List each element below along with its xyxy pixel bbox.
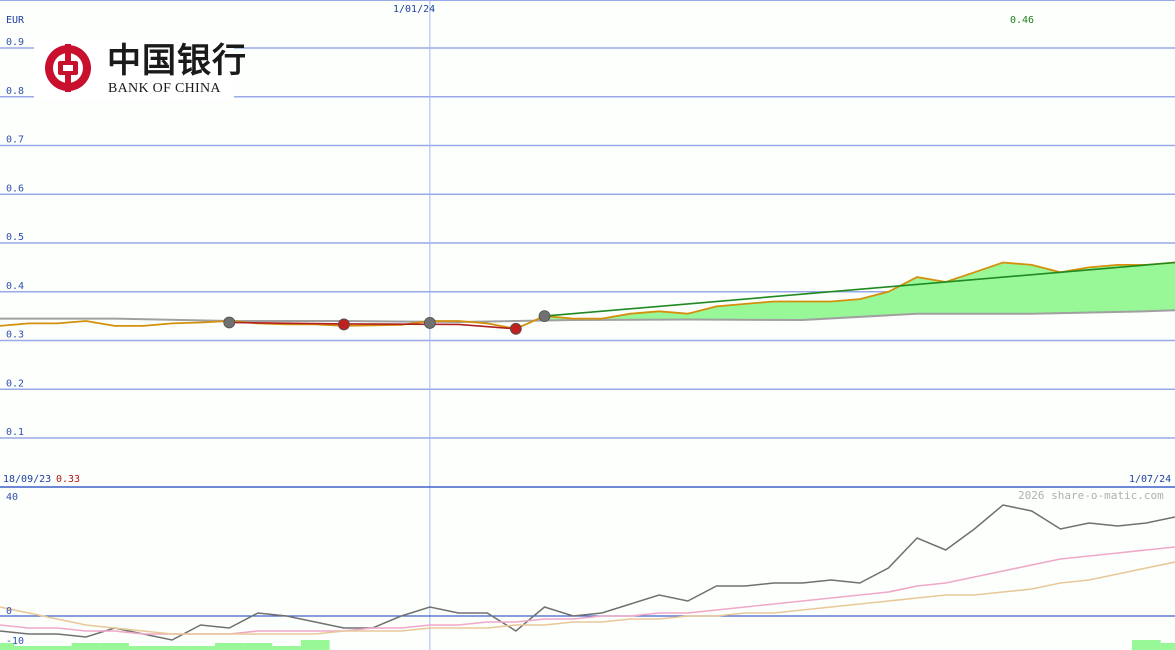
logo-english-text: BANK OF CHINA <box>108 81 221 96</box>
price-tick-label: 0.1 <box>6 427 24 438</box>
stock-chart: EUR 1/01/24 0.46 18/09/23 0.33 1/07/24 2… <box>0 0 1175 650</box>
logo-chinese-text: 中国银行 <box>107 41 247 81</box>
histogram-bar <box>300 640 330 650</box>
signal-marker <box>538 310 551 323</box>
histogram-bar <box>128 646 158 650</box>
histogram-bar <box>100 643 129 650</box>
signal-marker <box>509 322 522 335</box>
signal-marker <box>223 316 236 329</box>
price-tick-label: 0.3 <box>6 330 24 341</box>
signal-marker <box>423 317 436 329</box>
end-date-label: 1/07/24 <box>1129 474 1171 485</box>
histogram-bar <box>42 646 72 650</box>
y-axis-ticks: 0.9 0.8 0.7 0.6 0.5 0.4 0.3 0.2 0.1 40 0 -10 <box>6 37 24 647</box>
histogram-bar <box>214 643 244 650</box>
price-tick-label: 0.8 <box>6 86 24 97</box>
price-tick-label: 0.7 <box>6 135 24 146</box>
histogram-bar <box>1132 640 1161 650</box>
oscillator-tick-label: -10 <box>6 636 24 647</box>
price-tick-label: 0.9 <box>6 37 24 48</box>
oscillator-line <box>0 546 1175 635</box>
price-tick-label: 0.2 <box>6 378 24 389</box>
start-value-label: 0.33 <box>56 474 80 485</box>
chart-svg: EUR 1/01/24 0.46 18/09/23 0.33 1/07/24 2… <box>0 0 1175 650</box>
price-tick-label: 0.5 <box>6 232 24 243</box>
histogram-bar <box>243 643 273 650</box>
oscillator-panel <box>0 504 1175 650</box>
histogram-bar <box>186 646 215 650</box>
date-marker-label: 1/01/24 <box>393 4 435 15</box>
price-tick-label: 0.4 <box>6 281 24 292</box>
oscillator-line <box>0 561 1175 635</box>
histogram-bar <box>71 643 101 650</box>
watermark: 2026 share-o-matic.com <box>1018 489 1164 502</box>
oscillator-tick-label: 40 <box>6 492 18 503</box>
start-date-label: 18/09/23 <box>3 474 51 485</box>
oscillator-tick-label: 0 <box>6 606 12 617</box>
last-value-label: 0.46 <box>1010 15 1034 26</box>
price-tick-label: 0.6 <box>6 183 24 194</box>
histogram-bar <box>157 646 187 650</box>
histogram-bar <box>1160 643 1175 650</box>
histogram-bar <box>272 646 301 650</box>
signal-marker <box>338 318 350 331</box>
bank-of-china-logo: 中国银行 BANK OF CHINA <box>34 38 247 100</box>
currency-label: EUR <box>6 15 25 26</box>
